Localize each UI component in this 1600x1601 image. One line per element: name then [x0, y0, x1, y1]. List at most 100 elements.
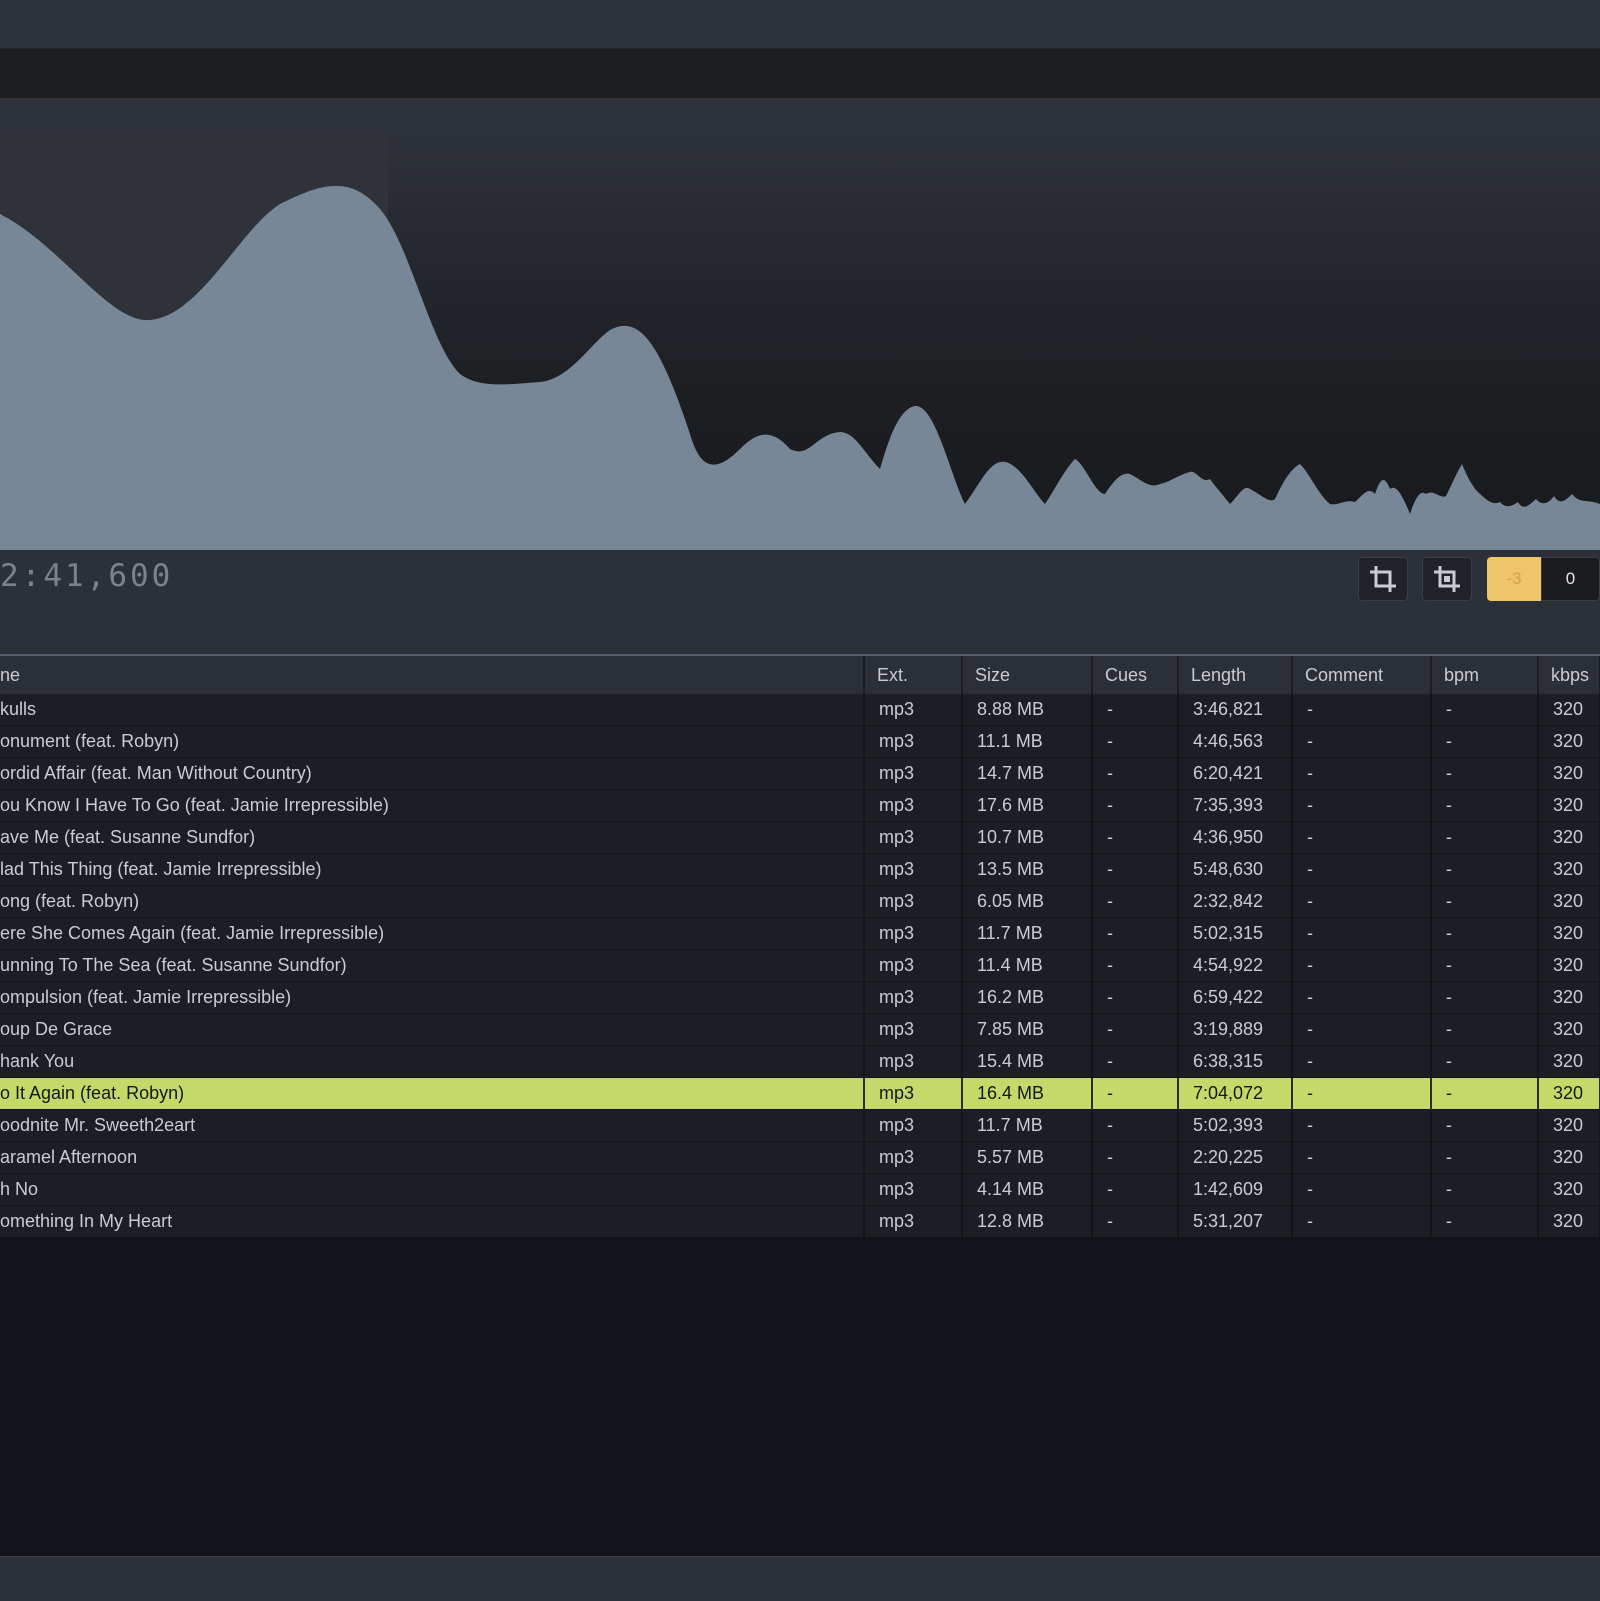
track-bpm: -: [1431, 1173, 1539, 1206]
track-comment: -: [1292, 1205, 1432, 1238]
track-ext: mp3: [864, 1141, 963, 1174]
track-name: ave Me (feat. Susanne Sundfor): [0, 821, 865, 854]
track-cues: -: [1092, 821, 1179, 854]
column-header-length[interactable]: Length: [1178, 656, 1293, 694]
track-kbps: 320: [1538, 725, 1600, 758]
track-size: 12.8 MB: [962, 1205, 1093, 1238]
track-ext: mp3: [864, 789, 963, 822]
track-size: 7.85 MB: [962, 1013, 1093, 1046]
crop-frame-button[interactable]: [1422, 557, 1472, 601]
track-cues: -: [1092, 853, 1179, 886]
column-header-kbps[interactable]: kbps: [1538, 656, 1600, 694]
column-header-size[interactable]: Size: [962, 656, 1093, 694]
track-bpm: -: [1431, 981, 1539, 1014]
track-cues: -: [1092, 885, 1179, 918]
track-cues: -: [1092, 1205, 1179, 1238]
table-row[interactable]: ordid Affair (feat. Man Without Country)…: [0, 757, 1600, 790]
table-row[interactable]: ong (feat. Robyn) mp3 6.05 MB -2:32,842- -32…: [0, 885, 1600, 918]
track-size: 13.5 MB: [962, 853, 1093, 886]
track-length: 3:46,821: [1178, 694, 1293, 726]
track-bpm: -: [1431, 1045, 1539, 1078]
track-size: 15.4 MB: [962, 1045, 1093, 1078]
track-bpm: -: [1431, 1013, 1539, 1046]
track-ext: mp3: [864, 725, 963, 758]
track-comment: -: [1292, 853, 1432, 886]
track-kbps: 320: [1538, 1205, 1600, 1238]
track-length: 3:19,889: [1178, 1013, 1293, 1046]
track-kbps: 320: [1538, 1109, 1600, 1142]
track-bpm: -: [1431, 949, 1539, 982]
track-kbps: 320: [1538, 1045, 1600, 1078]
track-length: 5:48,630: [1178, 853, 1293, 886]
track-ext: mp3: [864, 981, 963, 1014]
gain-zero-button[interactable]: 0: [1541, 557, 1600, 601]
track-ext: mp3: [864, 1205, 963, 1238]
track-kbps: 320: [1538, 789, 1600, 822]
table-row[interactable]: onument (feat. Robyn) mp3 11.1 MB -4:46,563…: [0, 725, 1600, 758]
track-bpm: -: [1431, 885, 1539, 918]
track-size: 16.4 MB: [962, 1077, 1093, 1110]
track-size: 14.7 MB: [962, 757, 1093, 790]
table-row-selected[interactable]: o It Again (feat. Robyn) mp3 16.4 MB -7:04,…: [0, 1077, 1600, 1110]
track-cues: -: [1092, 1173, 1179, 1206]
table-row[interactable]: hank You mp3 15.4 MB -6:38,315- -320: [0, 1045, 1600, 1078]
top-toolbar: [0, 0, 1600, 49]
track-table: ne Ext. Size Cues Length Comment bpm kbp…: [0, 656, 1600, 1238]
track-bpm: -: [1431, 917, 1539, 950]
track-length: 7:04,072: [1178, 1077, 1293, 1110]
column-header-cues[interactable]: Cues: [1092, 656, 1179, 694]
track-cues: -: [1092, 1013, 1179, 1046]
crop-button[interactable]: [1358, 557, 1408, 601]
track-size: 11.7 MB: [962, 1109, 1093, 1142]
column-header-ext[interactable]: Ext.: [864, 656, 963, 694]
track-length: 5:02,315: [1178, 917, 1293, 950]
track-cues: -: [1092, 725, 1179, 758]
track-name: aramel Afternoon: [0, 1141, 865, 1174]
track-comment: -: [1292, 1077, 1432, 1110]
table-row[interactable]: h No mp3 4.14 MB -1:42,609- -320: [0, 1173, 1600, 1206]
track-name: o It Again (feat. Robyn): [0, 1077, 865, 1110]
track-ext: mp3: [864, 853, 963, 886]
track-length: 7:35,393: [1178, 789, 1293, 822]
table-row[interactable]: lad This Thing (feat. Jamie Irrepressibl…: [0, 853, 1600, 886]
track-cues: -: [1092, 1077, 1179, 1110]
track-ext: mp3: [864, 885, 963, 918]
track-ext: mp3: [864, 949, 963, 982]
track-comment: -: [1292, 725, 1432, 758]
gain-minus-button[interactable]: -3: [1487, 557, 1541, 601]
track-size: 16.2 MB: [962, 981, 1093, 1014]
column-header-name[interactable]: ne: [0, 656, 865, 694]
column-header-bpm[interactable]: bpm: [1431, 656, 1539, 694]
track-cues: -: [1092, 694, 1179, 726]
table-row[interactable]: ou Know I Have To Go (feat. Jamie Irrepr…: [0, 789, 1600, 822]
track-comment: -: [1292, 694, 1432, 726]
track-length: 6:59,422: [1178, 981, 1293, 1014]
table-row[interactable]: ave Me (feat. Susanne Sundfor) mp3 10.7 MB…: [0, 821, 1600, 854]
track-kbps: 320: [1538, 949, 1600, 982]
track-length: 6:38,315: [1178, 1045, 1293, 1078]
track-size: 11.1 MB: [962, 725, 1093, 758]
table-row[interactable]: oup De Grace mp3 7.85 MB -3:19,889- -320: [0, 1013, 1600, 1046]
track-comment: -: [1292, 885, 1432, 918]
track-length: 4:54,922: [1178, 949, 1293, 982]
waveform-view[interactable]: [0, 134, 1600, 550]
table-row[interactable]: oodnite Mr. Sweeth2eart mp3 11.7 MB -5:02,3…: [0, 1109, 1600, 1142]
track-size: 11.7 MB: [962, 917, 1093, 950]
table-row[interactable]: aramel Afternoon mp3 5.57 MB -2:20,225- -320: [0, 1141, 1600, 1174]
table-row[interactable]: unning To The Sea (feat. Susanne Sundfor…: [0, 949, 1600, 982]
waveform-header: [0, 98, 1600, 134]
table-row[interactable]: kulls mp3 8.88 MB -3:46,821- -320: [0, 694, 1600, 726]
table-row[interactable]: omething In My Heart mp3 12.8 MB -5:31,207-…: [0, 1205, 1600, 1238]
table-row[interactable]: ere She Comes Again (feat. Jamie Irrepre…: [0, 917, 1600, 950]
track-name: ou Know I Have To Go (feat. Jamie Irrepr…: [0, 789, 865, 822]
track-size: 4.14 MB: [962, 1173, 1093, 1206]
column-header-comment[interactable]: Comment: [1292, 656, 1432, 694]
track-ext: mp3: [864, 757, 963, 790]
track-ext: mp3: [864, 821, 963, 854]
deck-controls: 2:41,600 -3 0: [0, 550, 1600, 656]
track-kbps: 320: [1538, 1141, 1600, 1174]
track-ext: mp3: [864, 694, 963, 726]
table-row[interactable]: ompulsion (feat. Jamie Irrepressible) mp3…: [0, 981, 1600, 1014]
track-kbps: 320: [1538, 981, 1600, 1014]
crop-icon: [1370, 566, 1396, 592]
